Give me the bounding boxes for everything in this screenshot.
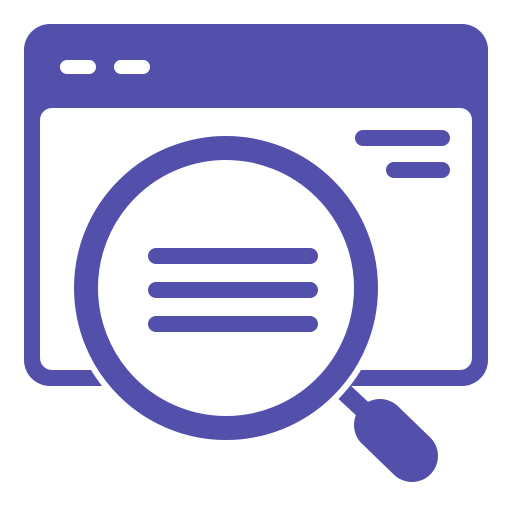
content-line-1 xyxy=(355,130,450,146)
titlebar-dash-2-icon xyxy=(114,60,150,74)
web-search-icon xyxy=(24,24,488,482)
lens-line-1 xyxy=(148,248,318,264)
lens-line-3 xyxy=(148,316,318,332)
lens-line-2 xyxy=(148,282,318,298)
content-line-2 xyxy=(386,162,450,178)
icon-canvas xyxy=(0,0,512,512)
magnifier-handle-icon xyxy=(331,379,438,482)
titlebar-dash-1-icon xyxy=(60,60,96,74)
